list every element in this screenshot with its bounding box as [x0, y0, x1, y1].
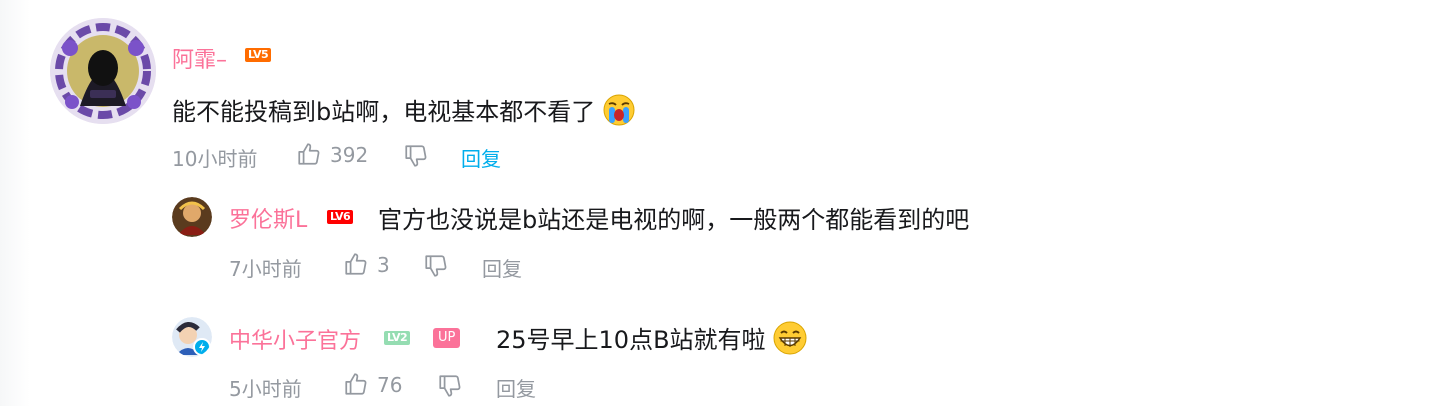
comment-item: 阿霏– LV5 能不能投稿到b站啊，电视基本都不看了 10小时前 392 回复 [0, 0, 1438, 180]
reply-button[interactable]: 回复 [496, 373, 536, 402]
reply-item: 中华小子官方 LV2 UP 25号早上10点B站就有啦 5小时前 76 回复 [0, 300, 1438, 406]
like-count: 76 [377, 373, 403, 397]
like-icon[interactable] [296, 141, 322, 167]
avatar-image [50, 18, 156, 124]
avatar[interactable] [172, 317, 212, 357]
grin-emoji [773, 321, 807, 361]
comment-section: 阿霏– LV5 能不能投稿到b站啊，电视基本都不看了 10小时前 392 回复 … [0, 0, 1438, 406]
comment-time: 7小时前 [229, 257, 302, 281]
level-badge: LV5 [245, 48, 272, 62]
like-icon[interactable] [343, 251, 369, 277]
level-badge: LV6 [327, 210, 354, 224]
comment-time: 5小时前 [229, 377, 302, 401]
comment-text: 25号早上10点B站就有啦 [496, 320, 807, 361]
reply-button[interactable]: 回复 [461, 143, 501, 172]
username[interactable]: 中华小子官方 [229, 323, 361, 355]
comment-text-content: 25号早上10点B站就有啦 [496, 326, 766, 354]
cry-emoji [603, 94, 635, 132]
comment-text: 官方也没说是b站还是电视的啊，一般两个都能看到的吧 [378, 206, 970, 234]
like-icon[interactable] [343, 371, 369, 397]
avatar-image [172, 197, 212, 237]
comment-text-content: 能不能投稿到b站啊，电视基本都不看了 [172, 98, 596, 126]
avatar[interactable] [172, 197, 212, 237]
up-badge: UP [433, 328, 461, 348]
like-count: 392 [330, 143, 369, 167]
comment-text: 能不能投稿到b站啊，电视基本都不看了 [172, 92, 635, 132]
username[interactable]: 阿霏– [172, 42, 227, 74]
dislike-icon[interactable] [437, 373, 463, 399]
reply-item: 罗伦斯L LV6 官方也没说是b站还是电视的啊，一般两个都能看到的吧 7小时前 … [0, 180, 1438, 290]
level-badge: LV2 [384, 331, 411, 345]
like-count: 3 [377, 253, 390, 277]
reply-button[interactable]: 回复 [482, 253, 522, 282]
comment-time: 10小时前 [172, 147, 258, 171]
avatar[interactable] [50, 18, 156, 124]
avatar-image [172, 317, 212, 357]
dislike-icon[interactable] [423, 253, 449, 279]
dislike-icon[interactable] [403, 143, 429, 169]
username[interactable]: 罗伦斯L [229, 202, 307, 234]
